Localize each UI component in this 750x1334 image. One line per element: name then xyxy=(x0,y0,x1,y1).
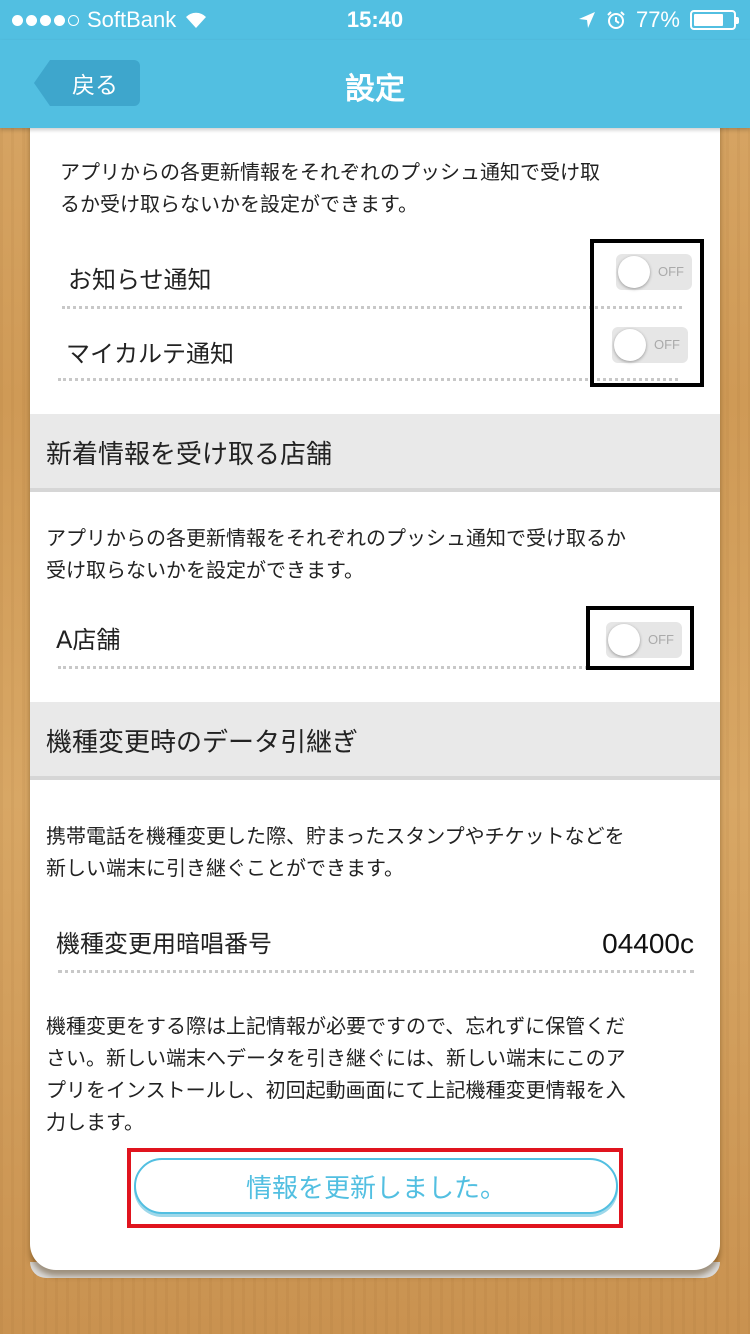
battery-percent: 77% xyxy=(635,7,680,32)
transfer-code-value: 04400c xyxy=(602,928,694,959)
push-description-line: アプリからの各更新情報をそれぞれのプッシュ通知で受け取 xyxy=(60,160,600,184)
transfer-note-line: 機種変更をする際は上記情報が必要ですので、忘れずに保管くだ xyxy=(46,1014,626,1038)
page-title: 設定 xyxy=(345,72,405,107)
mykarte-notification-label: マイカルテ通知 xyxy=(66,340,234,368)
push-description: アプリからの各更新情報をそれぞれのプッシュ通知で受け取 るか受け取らないかを設定… xyxy=(60,156,600,220)
transfer-note-line: 力します。 xyxy=(46,1110,144,1134)
section-title: 機種変更時のデータ引継ぎ xyxy=(46,728,359,758)
transfer-description-line: 新しい端末に引き継ぐことができます。 xyxy=(46,856,404,880)
divider xyxy=(62,306,682,309)
location-icon xyxy=(578,12,595,28)
store-section-header: 新着情報を受け取る店舗 xyxy=(30,414,720,492)
transfer-section-header: 機種変更時のデータ引継ぎ xyxy=(30,702,720,780)
section-title: 新着情報を受け取る店舗 xyxy=(46,440,333,470)
transfer-note: 機種変更をする際は上記情報が必要ですので、忘れずに保管くだ さい。新しい端末へデ… xyxy=(46,1010,626,1138)
store-description-line: 受け取らないかを設定ができます。 xyxy=(46,558,364,582)
store-a-label: A店舗 xyxy=(56,626,121,654)
status-bar: SoftBank 15:40 77% xyxy=(0,0,750,40)
transfer-note-line: さい。新しい端末へデータを引き継ぐには、新しい端末にこのア xyxy=(46,1046,626,1070)
divider xyxy=(58,378,678,381)
store-description-line: アプリからの各更新情報をそれぞれのプッシュ通知で受け取るか xyxy=(46,526,626,550)
transfer-note-line: プリをインストールし、初回起動画面にて上記機種変更情報を入 xyxy=(46,1078,626,1102)
store-description: アプリからの各更新情報をそれぞれのプッシュ通知で受け取るか 受け取らないかを設定… xyxy=(46,522,626,586)
notice-notification-label: お知らせ通知 xyxy=(68,266,212,294)
navigation-bar: 戻る 設定 xyxy=(0,40,750,128)
transfer-description: 携帯電話を機種変更した際、貯まったスタンプやチケットなどを 新しい端末に引き継ぐ… xyxy=(46,820,625,884)
highlight-box-notification-toggles xyxy=(590,239,704,387)
divider xyxy=(58,970,694,973)
highlight-box-store-toggle xyxy=(586,606,694,670)
alarm-icon xyxy=(607,11,625,29)
divider xyxy=(58,666,618,669)
transfer-code-label: 機種変更用暗唱番号 xyxy=(56,930,272,958)
battery-icon xyxy=(690,10,739,30)
push-description-line: るか受け取らないかを設定ができます。 xyxy=(60,192,418,216)
highlight-box-update-button xyxy=(127,1148,623,1228)
transfer-description-line: 携帯電話を機種変更した際、貯まったスタンプやチケットなどを xyxy=(46,824,625,848)
